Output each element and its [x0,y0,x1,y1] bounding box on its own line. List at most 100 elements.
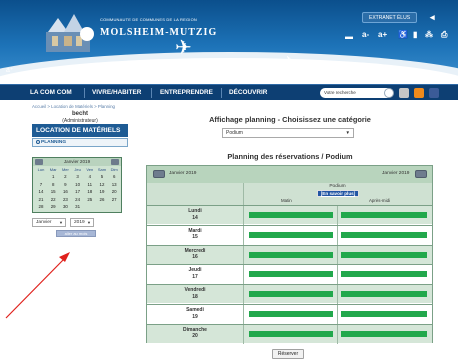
cell-divider [243,225,244,245]
calendar-day[interactable]: 18 [84,189,96,194]
calendar-day[interactable]: 31 [72,204,84,209]
extranet-button[interactable]: EXTRANET ÉLUS [362,12,418,23]
prev-month-button[interactable] [35,159,43,165]
calendar-day[interactable]: 17 [72,189,84,194]
calendar-day[interactable]: 22 [47,197,59,202]
facebook-icon[interactable] [429,88,439,98]
planning-title: Planning des réservations / Podium [227,152,353,161]
afternoon-slot[interactable] [341,231,427,238]
calendar-day[interactable]: 30 [59,204,71,209]
calendar-day[interactable]: 21 [35,197,47,202]
calendar-day[interactable]: 7 [35,182,47,187]
afternoon-slot[interactable] [341,271,427,278]
calendar-day[interactable]: 26 [96,197,108,202]
nav-item-decouvrir[interactable]: DÉCOUVRIR [229,85,267,101]
search-icon[interactable] [384,88,394,98]
resource-name: Podium [329,184,346,189]
calendar-day[interactable]: 8 [47,182,59,187]
sitemap-icon[interactable]: ⁂ [425,30,433,40]
more-info-link[interactable]: [En savoir plus] [317,190,359,197]
sidebar-section-title: LOCATION DE MATÉRIELS [32,124,128,137]
mini-calendar-title: Janvier 2019 [33,158,121,166]
afternoon-slot[interactable] [341,311,427,317]
calendar-day[interactable]: 14 [35,189,47,194]
calendar-day[interactable]: 28 [35,204,47,209]
nav-divider [84,88,85,98]
calendar-day[interactable]: 12 [96,182,108,187]
cell-divider [243,285,244,305]
category-select[interactable]: Podium ▼ [222,128,354,138]
calendar-day[interactable]: 24 [72,197,84,202]
nav-item-lacomcom[interactable]: LA COM COM [30,85,72,101]
next-week-button[interactable] [415,170,427,178]
afternoon-slot[interactable] [341,212,427,218]
next-month-button[interactable] [111,159,119,165]
brand-subtitle: COMMUNAUTE DE COMMUNES DE LA REGION [100,17,198,22]
category-select-value: Podium [226,130,243,136]
calendar-day[interactable]: 5 [96,174,108,179]
morning-slot[interactable] [249,251,333,258]
calendar-day[interactable]: 10 [72,182,84,187]
calendar-day[interactable]: 9 [59,182,71,187]
print-icon[interactable]: ⎙ [441,30,447,40]
document-icon[interactable]: ▮ [413,30,417,40]
corner-text-size-icon[interactable]: a⁺ [6,66,14,74]
nav-item-entreprendre[interactable]: ENTREPRENDRE [160,85,213,101]
bird-icon: ✈ [283,53,295,69]
font-increase-button[interactable]: a+ [378,30,387,40]
month-label-left: Janvier 2019 [169,171,197,176]
month-select[interactable]: Janvier ▼ [32,218,66,227]
font-decrease-button[interactable]: a- [362,30,369,40]
day-number: 20 [192,333,198,340]
planning-grid: Janvier 2019 Janvier 2019 Podium [En sav… [146,165,433,344]
day-label: Mercredi 16 [147,248,243,261]
close-icon[interactable]: ◂ [430,12,435,22]
afternoon-slot[interactable] [341,291,427,298]
afternoon-slot[interactable] [341,251,427,258]
share-icon[interactable] [399,88,409,98]
cell-divider [337,305,338,324]
calendar-day[interactable]: 2 [59,174,71,179]
bird-icon: ✈ [175,37,192,59]
sidebar-item-planning[interactable]: PLANNING [32,138,128,147]
accessibility-icon[interactable]: ♿ [398,30,408,40]
day-number: 15 [192,234,198,241]
calendar-day[interactable]: 23 [59,197,71,202]
afternoon-column-label: Après-midi [369,198,390,203]
calendar-day[interactable]: 3 [72,174,84,179]
table-row: Mercredi 16 [147,244,432,265]
morning-slot[interactable] [249,291,333,298]
search-input[interactable]: Votre recherche [320,88,392,98]
afternoon-slot[interactable] [341,330,427,337]
morning-slot[interactable] [249,311,333,317]
breadcrumb[interactable]: Accueil > Location de Matériels > Planni… [32,104,115,109]
brand-title[interactable]: MOLSHEIM-MUTZIG [100,27,217,38]
mail-icon[interactable]: ▬ [345,32,353,42]
morning-slot[interactable] [249,212,333,218]
calendar-day[interactable]: 1 [47,174,59,179]
calendar-day[interactable]: 11 [84,182,96,187]
calendar-day[interactable]: 25 [84,197,96,202]
calendar-day[interactable]: 20 [108,189,120,194]
rss-icon[interactable] [414,88,424,98]
weekday-label: Mer [61,167,69,172]
morning-slot[interactable] [249,330,333,337]
calendar-day[interactable]: 19 [96,189,108,194]
calendar-day[interactable]: 4 [84,174,96,179]
nav-item-vivre-habiter[interactable]: VIVRE/HABITER [92,85,141,101]
reserve-button[interactable]: Réserver [272,349,304,359]
calendar-day[interactable]: 27 [108,197,120,202]
day-label: Mardi 15 [147,228,243,241]
calendar-day[interactable]: 6 [108,174,120,179]
cell-divider [337,324,338,344]
morning-slot[interactable] [249,271,333,278]
calendar-day[interactable]: 29 [47,204,59,209]
year-select[interactable]: 2019 ▼ [70,218,94,227]
prev-week-button[interactable] [153,170,165,178]
calendar-day[interactable]: 16 [59,189,71,194]
day-label: Dimanche 20 [147,327,243,340]
go-to-month-button[interactable]: aller au mois [56,230,96,237]
calendar-day[interactable]: 13 [108,182,120,187]
morning-slot[interactable] [249,231,333,238]
calendar-day[interactable]: 15 [47,189,59,194]
